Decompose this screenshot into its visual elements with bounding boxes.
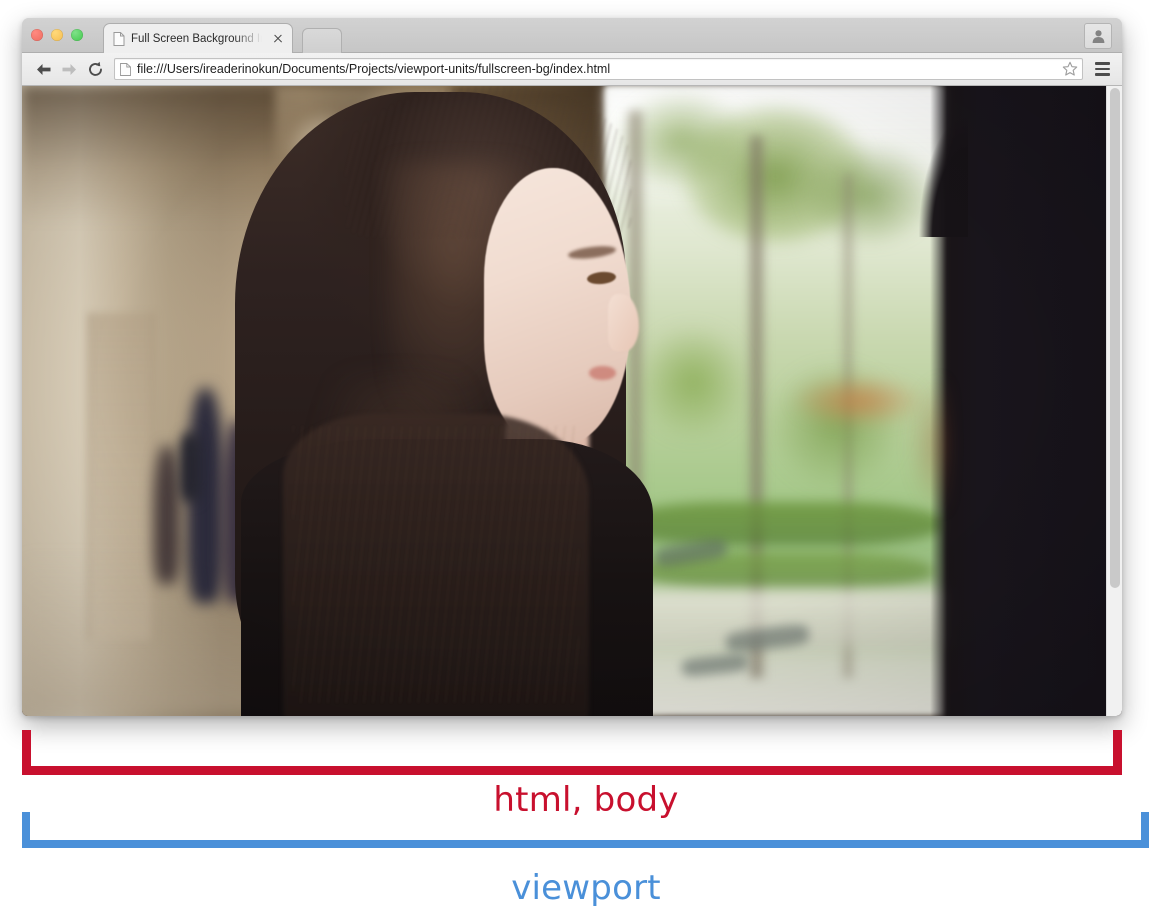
- page-scrollbar[interactable]: [1106, 86, 1122, 716]
- blurred-person: [154, 445, 181, 584]
- lips: [589, 366, 616, 381]
- fullscreen-background-image: [22, 86, 1122, 716]
- page-viewport: [22, 86, 1122, 716]
- arrow-right-icon: [62, 63, 76, 75]
- document-icon: [120, 62, 131, 76]
- browser-menu-button[interactable]: [1090, 56, 1114, 82]
- pillar-warm-reflection: [907, 375, 946, 515]
- close-window-button[interactable]: [31, 29, 43, 41]
- bracket-bar: [22, 840, 1149, 848]
- reload-button[interactable]: [82, 56, 108, 82]
- maximize-window-button[interactable]: [71, 29, 83, 41]
- star-icon[interactable]: [1062, 61, 1078, 77]
- person-icon: [1092, 29, 1104, 43]
- new-tab-button[interactable]: [302, 28, 342, 53]
- wall-panel: [88, 312, 154, 641]
- hair-strands: [293, 426, 579, 704]
- browser-toolbar: file:///Users/ireaderinokun/Documents/Pr…: [22, 53, 1122, 86]
- viewport-measure-label: viewport: [511, 868, 661, 908]
- profile-button[interactable]: [1084, 23, 1112, 49]
- document-icon: [113, 31, 125, 46]
- browser-tab-title-wrap: Full Screen Background Im: [131, 30, 268, 47]
- address-bar[interactable]: file:///Users/ireaderinokun/Documents/Pr…: [114, 58, 1083, 80]
- screenshot-stage: Full Screen Background Im file:///Users/…: [0, 0, 1172, 910]
- browser-tab-title: Full Screen Background Im: [131, 32, 268, 45]
- browser-window: Full Screen Background Im file:///Users/…: [22, 18, 1122, 716]
- hamburger-menu-icon: [1094, 62, 1110, 65]
- html-body-measure-bracket: [22, 730, 1122, 775]
- terracotta-roof: [792, 375, 924, 427]
- nose: [607, 293, 640, 351]
- hamburger-menu-icon: [1094, 73, 1110, 76]
- bracket-bar: [22, 766, 1122, 775]
- reload-icon: [88, 61, 102, 76]
- close-tab-icon[interactable]: [270, 31, 286, 47]
- hamburger-menu-icon: [1094, 67, 1110, 71]
- blurred-bag: [180, 432, 202, 502]
- browser-tab-active[interactable]: Full Screen Background Im: [103, 23, 293, 53]
- minimize-window-button[interactable]: [51, 29, 63, 41]
- dark-pillar-arch: [891, 86, 968, 238]
- page-scrollbar-thumb[interactable]: [1110, 88, 1120, 588]
- address-bar-url[interactable]: file:///Users/ireaderinokun/Documents/Pr…: [137, 60, 1062, 78]
- window-controls: [31, 29, 83, 41]
- woman-subject: [209, 86, 737, 716]
- forward-button[interactable]: [56, 56, 82, 82]
- arrow-left-icon: [36, 63, 50, 75]
- tab-strip: Full Screen Background Im: [22, 18, 1122, 53]
- back-button[interactable]: [30, 56, 56, 82]
- viewport-measure-bracket: [22, 812, 1149, 848]
